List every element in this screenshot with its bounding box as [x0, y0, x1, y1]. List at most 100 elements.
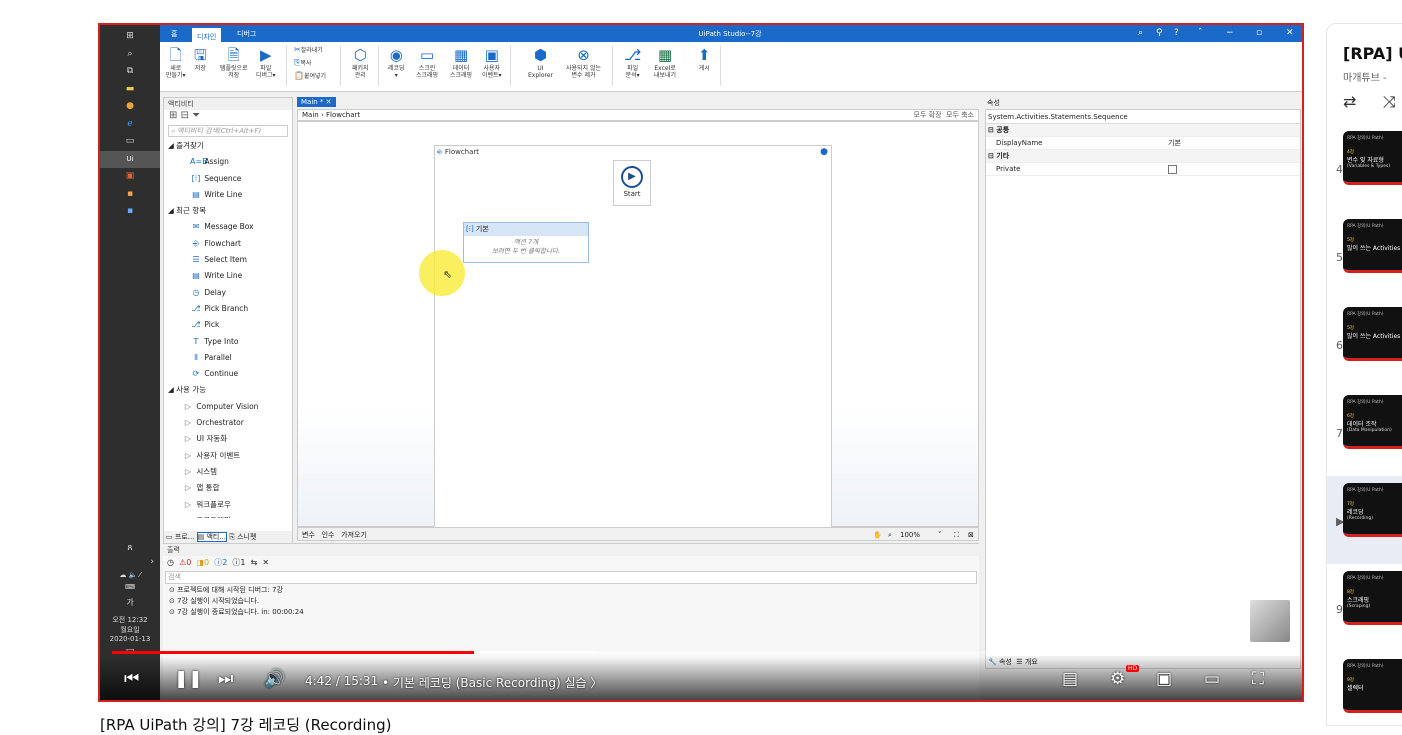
activity-item[interactable]: ▷ 앱 통합: [168, 480, 292, 496]
activity-item[interactable]: ▷ 워크플로우: [168, 497, 292, 513]
activity-item[interactable]: A=B Assign: [168, 154, 292, 170]
ribbon-save-button[interactable]: 🖫 저장: [194, 45, 207, 72]
private-checkbox[interactable]: [1168, 165, 1177, 174]
notes-icon[interactable]: ▪: [100, 203, 160, 221]
overview-icon[interactable]: ⊠: [968, 528, 974, 542]
activity-group[interactable]: ◢ 최근 항목: [168, 203, 292, 219]
activity-item[interactable]: ▷ UI 자동화: [168, 431, 292, 447]
activity-item[interactable]: T Type Into: [168, 334, 292, 350]
chevron-up-icon[interactable]: ›: [100, 557, 160, 571]
activity-item[interactable]: ⎇ Pick: [168, 317, 292, 333]
ribbon-data-scraping-button[interactable]: ▦ 데이터 스크래핑: [450, 45, 472, 79]
activity-group[interactable]: ◢ 사용 가능: [168, 382, 292, 398]
volume-icon[interactable]: 🔊: [264, 669, 285, 689]
breadcrumb-main[interactable]: Main: [302, 111, 319, 119]
windows-start-icon[interactable]: ⊞: [100, 28, 160, 46]
activity-item[interactable]: ▷ Orchestrator: [168, 415, 292, 431]
ribbon-copy-button[interactable]: ⎘복사: [294, 59, 311, 68]
file-explorer-icon[interactable]: ▬: [100, 81, 160, 99]
output-search[interactable]: 검색: [165, 571, 977, 584]
activity-item[interactable]: ▷ 사용자 이벤트: [168, 448, 292, 464]
tab-snippets[interactable]: ⎘ 스니펫: [229, 533, 256, 541]
expand-icon[interactable]: ⊞: [169, 110, 177, 121]
help-icon[interactable]: ?: [1174, 28, 1179, 38]
chrome-icon[interactable]: ●: [100, 98, 160, 116]
progress-bar[interactable]: [112, 651, 1290, 654]
activity-item[interactable]: ▤ Write Line: [168, 268, 292, 284]
maximize-icon[interactable]: ▫: [1256, 28, 1262, 38]
zoom-level[interactable]: 100%: [900, 528, 920, 542]
clear-icon[interactable]: ✕: [262, 558, 269, 567]
chapter-title[interactable]: • 기본 레코딩 (Basic Recording) 실습 〉: [382, 674, 602, 691]
sequence-node[interactable]: [⁝] 기본 액션 7개 보려면 두 번 클릭합니다.: [463, 222, 589, 263]
powerpoint-icon[interactable]: ▣: [100, 168, 160, 186]
pause-icon[interactable]: ❚❚: [174, 669, 203, 689]
activity-item[interactable]: ⟳ Continue: [168, 366, 292, 382]
activity-item[interactable]: ▷ 프로그래밍: [168, 513, 292, 518]
ribbon-excel-button[interactable]: ▦ Excel로 내보내기: [654, 45, 676, 79]
tray-icons[interactable]: ☁ 🔈 ⁄: [100, 571, 160, 583]
activity-item[interactable]: ⫴ Parallel: [168, 350, 292, 366]
fullscreen-icon[interactable]: ⛶: [1252, 669, 1264, 689]
activity-group[interactable]: ◢ 즐겨찾기: [168, 138, 292, 154]
designer-canvas[interactable]: ⎆ Flowchart ● ▶ Start [⁝] 기본 액션 7개 보려면 두…: [297, 121, 979, 535]
activity-item[interactable]: ☰ Select Item: [168, 252, 292, 268]
collapse-icon[interactable]: ⊟: [181, 110, 189, 121]
cmd-icon[interactable]: ▭: [100, 133, 160, 151]
tab-home[interactable]: 홈: [166, 28, 182, 40]
activity-item[interactable]: ◷ Delay: [168, 285, 292, 301]
activity-item[interactable]: ⎆ Flowchart: [168, 236, 292, 252]
zoom-dropdown-icon[interactable]: ˅: [938, 528, 942, 542]
playlist-owner[interactable]: 마개튜브 -: [1343, 69, 1387, 84]
error-filter[interactable]: ⚠0: [179, 558, 191, 567]
filter-icon[interactable]: ⏷: [192, 110, 200, 121]
tab-imports[interactable]: 가져오기: [341, 531, 367, 539]
task-view-icon[interactable]: ⧉: [100, 63, 160, 81]
flowchart-container[interactable]: ⎆ Flowchart ● ▶ Start [⁝] 기본 액션 7개 보려면 두…: [419, 145, 832, 535]
ribbon-analyze-button[interactable]: ⎇ 파일 분석▾: [624, 45, 641, 79]
tab-debug[interactable]: 디버그: [232, 28, 261, 40]
previous-icon[interactable]: ⏮: [124, 669, 139, 689]
ribbon-package-button[interactable]: ⬡ 패키지 관리: [352, 45, 369, 79]
collapse-ribbon-icon[interactable]: ˆ: [1198, 28, 1203, 38]
tab-activities[interactable]: ▤ 액티...: [196, 532, 228, 542]
tab-main[interactable]: Main * ✕: [297, 97, 336, 107]
ime-indicator[interactable]: 가: [100, 597, 160, 615]
playlist-title[interactable]: [RPA] U: [1343, 44, 1402, 63]
activity-item[interactable]: [⁝] Sequence: [168, 171, 292, 187]
activity-item[interactable]: ✉ Message Box: [168, 219, 292, 235]
collapse-all-link[interactable]: 모두 축소: [946, 111, 974, 119]
uipath-icon[interactable]: Ui: [100, 150, 160, 168]
feedback-icon[interactable]: ⚲: [1156, 28, 1163, 38]
search-icon[interactable]: ⌕: [100, 46, 160, 64]
playlist-item[interactable]: 7 RPA 강의(U Path) 6강 데이터 조작 (Data Manipulatio…: [1327, 388, 1402, 476]
playlist-item[interactable]: 9 RPA 강의(U Path) 8강 스크래핑 (Scraping): [1327, 564, 1402, 652]
app-icon[interactable]: ▪: [100, 186, 160, 204]
edge-icon[interactable]: ℯ: [100, 116, 160, 134]
wrap-icon[interactable]: ⇆: [251, 558, 258, 567]
miniplayer-icon[interactable]: ▣: [1156, 669, 1172, 689]
info-filter[interactable]: ⓘ2: [214, 558, 227, 567]
playlist-item[interactable]: 10RPA 강의(U Path)9강셀렉터: [1327, 652, 1402, 725]
shuffle-icon[interactable]: ⤨: [1383, 92, 1396, 112]
next-icon[interactable]: ⏭: [218, 669, 233, 689]
trace-filter[interactable]: ⓘ1: [232, 558, 245, 567]
ribbon-new-button[interactable]: 🗋 새로 만들기▾: [166, 45, 186, 79]
activity-item[interactable]: ▷ Computer Vision: [168, 399, 292, 415]
pan-icon[interactable]: ✋: [873, 528, 882, 542]
tab-arguments[interactable]: 인수: [322, 531, 335, 539]
ribbon-paste-button[interactable]: 📋붙여넣기: [294, 72, 326, 81]
activity-item[interactable]: ▷ 시스템: [168, 464, 292, 480]
tab-project[interactable]: ▭ 프로...: [166, 533, 194, 541]
clock-filter-icon[interactable]: ◷: [167, 558, 174, 567]
property-value[interactable]: 기본: [1168, 137, 1181, 150]
breadcrumb-flowchart[interactable]: Flowchart: [326, 111, 360, 119]
people-icon[interactable]: ጸ: [100, 543, 160, 557]
close-icon[interactable]: ✕: [1286, 28, 1294, 38]
expand-all-link[interactable]: 모두 확장: [914, 111, 942, 119]
ribbon-remove-vars-button[interactable]: ⊗ 사용되지 않는 변수 제거: [566, 45, 601, 79]
ribbon-publish-button[interactable]: ⬆ 게시: [698, 45, 711, 72]
ribbon-cut-button[interactable]: ✂잘라내기: [294, 46, 323, 55]
playlist-item[interactable]: 6 RPA 강의(U Path) 5강 많이 쓰는 Activities: [1327, 300, 1402, 388]
activity-item[interactable]: ⎇ Pick Branch: [168, 301, 292, 317]
